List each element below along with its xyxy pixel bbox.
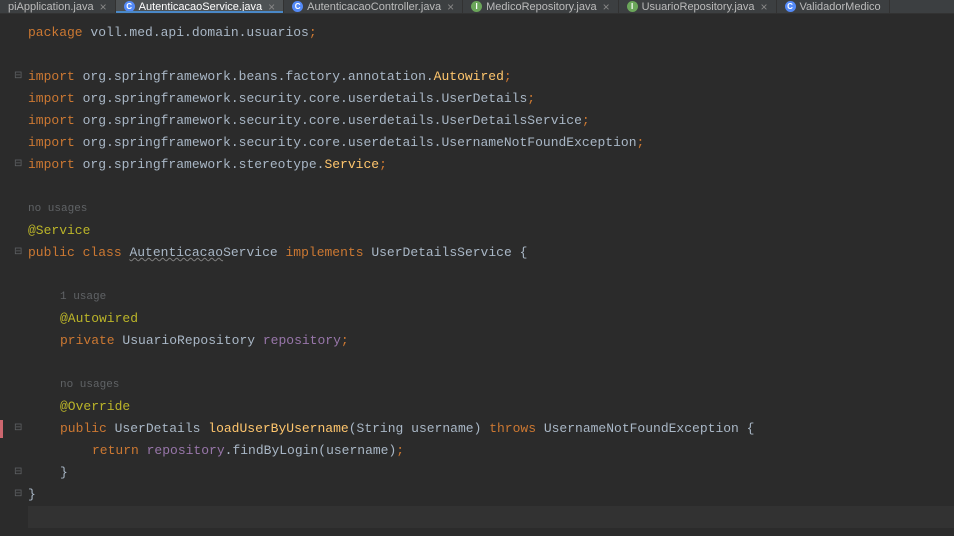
- close-icon[interactable]: ×: [761, 0, 768, 14]
- code-line: import org.springframework.security.core…: [28, 110, 954, 132]
- tab-autenticacaoservice[interactable]: C AutenticacaoService.java ×: [116, 0, 285, 13]
- tab-label: piApplication.java: [8, 1, 94, 13]
- code-editor[interactable]: ⊟ ⊟ ⊟ ⊟ ⊟ ⊟ package voll.med.api.domain.…: [0, 14, 954, 536]
- editor-tabs: piApplication.java × C AutenticacaoServi…: [0, 0, 954, 14]
- code-line: @Autowired: [28, 308, 954, 330]
- fold-icon[interactable]: ⊟: [14, 154, 22, 176]
- gutter: ⊟ ⊟ ⊟ ⊟ ⊟ ⊟: [0, 14, 24, 536]
- tab-label: AutenticacaoController.java: [307, 1, 441, 13]
- tab-medicorepository[interactable]: I MedicoRepository.java ×: [463, 0, 618, 13]
- code-line: import org.springframework.security.core…: [28, 132, 954, 154]
- tab-label: AutenticacaoService.java: [139, 1, 263, 13]
- interface-icon: I: [471, 1, 482, 12]
- code-line: [28, 176, 954, 198]
- tab-label: ValidadorMedico: [800, 1, 881, 13]
- error-stripe: [0, 420, 3, 438]
- tab-autenticacaocontroller[interactable]: C AutenticacaoController.java ×: [284, 0, 463, 13]
- code-line: public class AutenticacaoService impleme…: [28, 242, 954, 264]
- fold-icon[interactable]: ⊟: [14, 418, 22, 440]
- tab-label: UsuarioRepository.java: [642, 1, 755, 13]
- tab-piapplication[interactable]: piApplication.java ×: [0, 0, 116, 13]
- tab-usuariorepository[interactable]: I UsuarioRepository.java ×: [619, 0, 777, 13]
- code-line: return repository.findByLogin(username);: [28, 440, 954, 462]
- fold-icon[interactable]: ⊟: [14, 484, 22, 506]
- tab-label: MedicoRepository.java: [486, 1, 596, 13]
- class-icon: C: [292, 1, 303, 12]
- caret-line: [28, 506, 954, 528]
- code-line: private UsuarioRepository repository;: [28, 330, 954, 352]
- code-line: @Override: [28, 396, 954, 418]
- usage-hint[interactable]: no usages: [28, 198, 954, 220]
- tab-validadormedico[interactable]: C ValidadorMedico: [777, 0, 890, 13]
- code-line: import org.springframework.stereotype.Se…: [28, 154, 954, 176]
- close-icon[interactable]: ×: [268, 0, 275, 14]
- interface-icon: I: [627, 1, 638, 12]
- code-line: [28, 44, 954, 66]
- close-icon[interactable]: ×: [447, 0, 454, 14]
- fold-icon[interactable]: ⊟: [14, 66, 22, 88]
- code-line: import org.springframework.beans.factory…: [28, 66, 954, 88]
- usage-hint[interactable]: no usages: [28, 374, 954, 396]
- usage-hint[interactable]: 1 usage: [28, 286, 954, 308]
- code-line: package voll.med.api.domain.usuarios;: [28, 22, 954, 44]
- close-icon[interactable]: ×: [603, 0, 610, 14]
- class-icon: C: [785, 1, 796, 12]
- code-line: }: [28, 484, 954, 506]
- code-line: public UserDetails loadUserByUsername(St…: [28, 418, 954, 440]
- fold-icon[interactable]: ⊟: [14, 462, 22, 484]
- code-line: import org.springframework.security.core…: [28, 88, 954, 110]
- class-icon: C: [124, 1, 135, 12]
- code-line: }: [28, 462, 954, 484]
- code-line: [28, 264, 954, 286]
- close-icon[interactable]: ×: [100, 0, 107, 14]
- code-line: [28, 352, 954, 374]
- fold-icon[interactable]: ⊟: [14, 242, 22, 264]
- code-line: @Service: [28, 220, 954, 242]
